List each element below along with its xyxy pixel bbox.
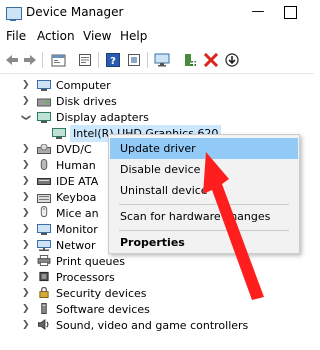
red-arrow-icon [203, 152, 264, 300]
